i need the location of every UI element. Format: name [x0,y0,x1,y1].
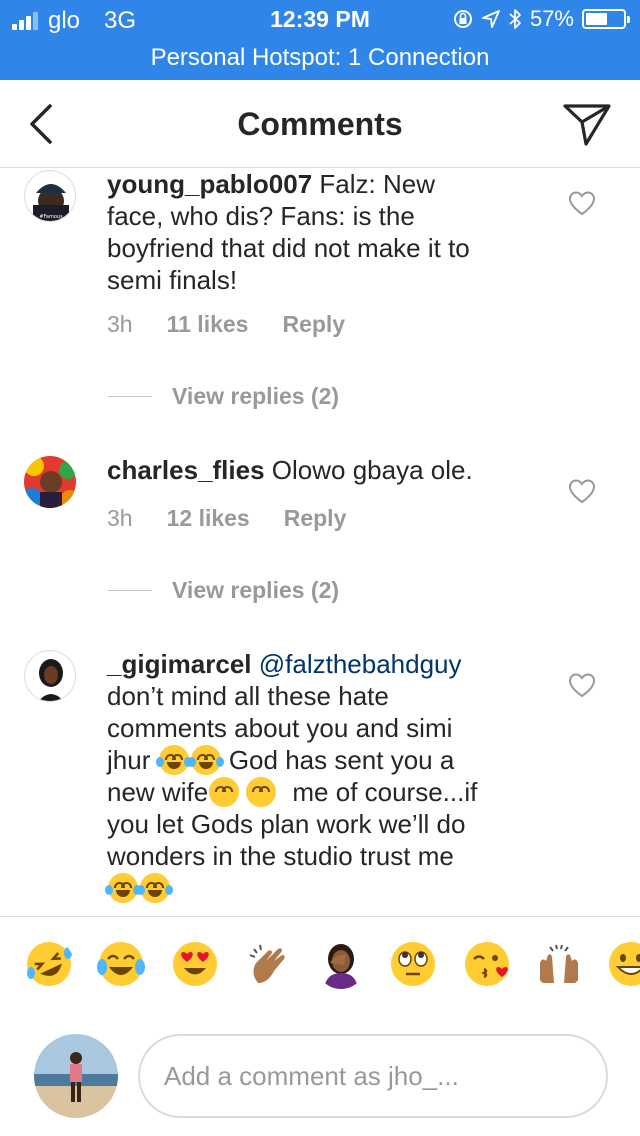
avatar[interactable]: #Famous [24,170,76,222]
facepalm-emoji-icon[interactable] [316,939,366,989]
heart-eyes-emoji-icon[interactable] [170,939,220,989]
status-bar: glo 3G 12:39 PM 57% [0,0,640,40]
comment-composer [0,1014,640,1136]
svg-text:#Famous: #Famous [39,214,63,220]
heart-icon[interactable] [568,190,596,216]
comment-text: _gigimarcel @falzthebahdguy don’t mind a… [105,648,537,904]
heart-icon[interactable] [568,478,596,504]
comment-line: face, who dis? Fans: is the [107,201,415,231]
comment-line: me of course...if [292,777,478,807]
comment-mention[interactable]: @falzthebahdguy [259,649,462,679]
nav-header: Comments [0,80,640,168]
view-replies-button[interactable]: View replies (2) [108,383,339,410]
avatar[interactable] [24,456,76,508]
joy-emoji-icon [105,873,141,903]
avatar [34,1034,118,1118]
comment-line: wonders in the studio trust me [107,841,454,871]
status-icons: 57% [452,6,630,32]
divider [108,590,152,591]
smiling-emoji-icon [209,777,240,807]
comment-meta: 3h 12 likes Reply [107,505,346,532]
joy-emoji-icon [137,873,173,903]
comment-text: young_pablo007 Falz: New face, who dis? … [107,168,537,296]
comment-time: 3h [107,505,133,531]
comment-line: God has sent you a [228,745,455,775]
comment-line: new wife [107,777,209,807]
comment-line: don’t mind all these hate [107,681,389,711]
clapping-hands-emoji-icon[interactable] [244,939,294,989]
bluetooth-icon [509,9,521,29]
comment-username[interactable]: charles_flies [107,455,265,485]
reply-button[interactable]: Reply [282,311,345,338]
battery-percent: 57% [529,6,574,31]
battery-fill [586,13,607,25]
emoji-quick-bar [0,916,640,1014]
comment-username[interactable]: _gigimarcel [107,649,252,679]
raised-hands-emoji-icon[interactable] [534,939,584,989]
reply-button[interactable]: Reply [284,505,347,532]
comment-meta: 3h 11 likes Reply [107,311,345,338]
likes-count[interactable]: 12 likes [167,505,250,532]
grinning-emoji-icon[interactable] [606,939,640,989]
joy-emoji-icon [187,745,224,775]
comment-input[interactable] [138,1034,608,1118]
joy-emoji-icon[interactable] [96,939,146,989]
comment-time: 3h [107,311,133,337]
view-replies-label: View replies (2) [172,383,340,409]
view-replies-button[interactable]: View replies (2) [108,577,339,604]
avatar[interactable] [24,650,76,702]
smiling-emoji-icon [246,777,277,807]
view-replies-label: View replies (2) [172,577,340,603]
kissing-heart-emoji-icon[interactable] [462,939,512,989]
page-title: Comments [237,106,403,142]
joy-emoji-icon [155,745,192,775]
heart-icon[interactable] [568,672,596,698]
location-arrow-icon [482,10,500,28]
paper-plane-icon[interactable] [562,100,612,148]
comment-line: Olowo gbaya ole. [271,455,473,485]
divider [108,396,152,397]
eye-roll-emoji-icon[interactable] [388,939,438,989]
battery-icon [582,9,630,29]
comment-text: charles_flies Olowo gbaya ole. [107,454,537,486]
rofl-emoji-icon[interactable] [24,939,74,989]
comment-line: Falz: New [319,169,435,199]
comment-line: you let Gods plan work we’ll do [107,809,466,839]
comment-line: comments about you and simi [107,713,453,743]
comment-username[interactable]: young_pablo007 [107,169,312,199]
likes-count[interactable]: 11 likes [167,311,249,338]
hotspot-banner[interactable]: Personal Hotspot: 1 Connection [0,40,640,80]
chevron-left-icon[interactable] [22,100,62,148]
comment-line: jhur [107,745,151,775]
comment-line: semi finals! [107,265,238,295]
comments-list[interactable]: #Famous young_pablo007 Falz: New face, w… [0,168,640,916]
comment-line: boyfriend that did not make it to [107,233,470,263]
orientation-lock-icon [453,10,472,28]
